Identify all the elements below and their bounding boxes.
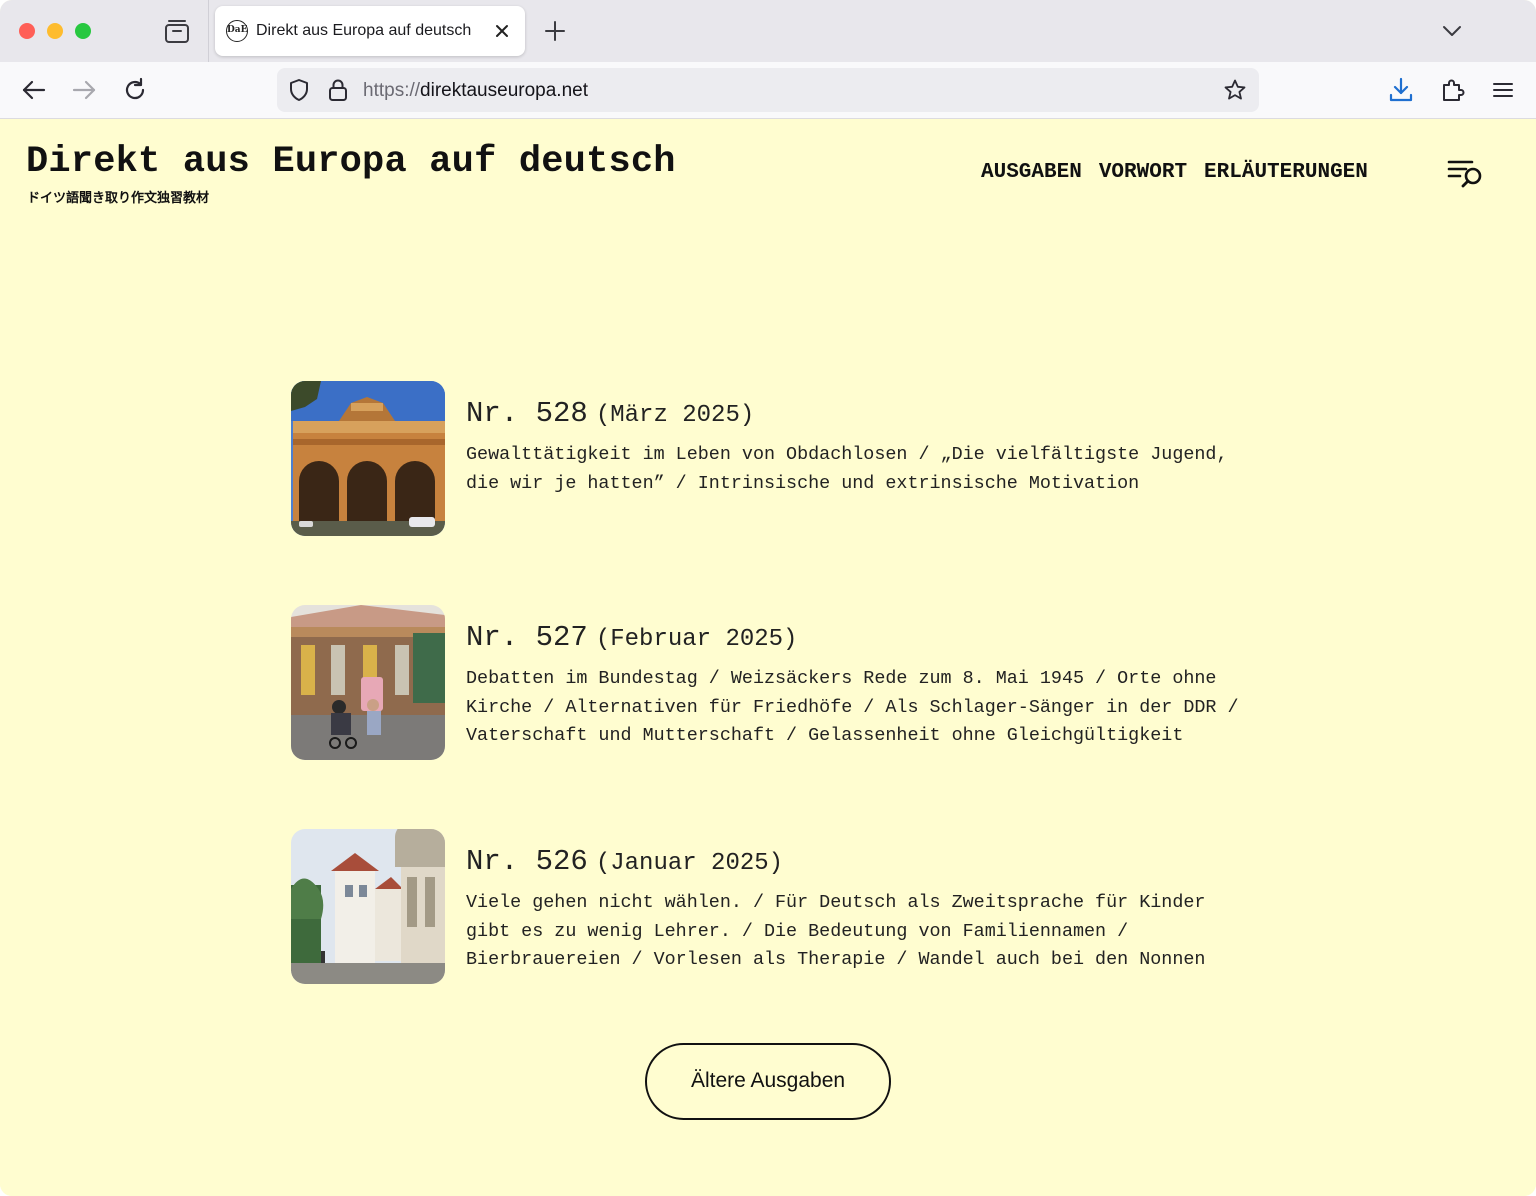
url-text[interactable]: https://direktauseuropa.net: [363, 80, 588, 102]
new-tab-icon[interactable]: [543, 19, 567, 43]
main-nav: AUSGABEN VORWORT ERLÄUTERUNGEN: [981, 161, 1368, 184]
downloads-icon[interactable]: [1387, 76, 1415, 104]
url-host: direktauseuropa.net: [420, 80, 588, 101]
issue-thumbnail-image[interactable]: [291, 381, 445, 536]
tab-strip: DaE Direkt aus Europa auf deutsch: [0, 0, 1536, 62]
bookmark-star-icon[interactable]: [1223, 78, 1247, 102]
nav-item-erlaeuterungen[interactable]: ERLÄUTERUNGEN: [1204, 161, 1368, 184]
issue-number: Nr. 527: [466, 621, 588, 654]
forward-arrow-icon[interactable]: [70, 76, 98, 104]
tab-divider: [208, 0, 209, 62]
issue-item[interactable]: Nr. 528 (März 2025) Gewalttätigkeit im Le…: [291, 381, 1251, 536]
site-subtitle: ドイツ語聞き取り作文独習教材: [27, 191, 210, 206]
extensions-puzzle-icon[interactable]: [1439, 76, 1467, 104]
url-scheme: https://: [363, 80, 421, 101]
issue-description: Debatten im Bundestag / Weizsäckers Rede…: [466, 668, 1239, 746]
lock-icon[interactable]: [327, 78, 349, 102]
issue-description: Viele gehen nicht wählen. / Für Deutsch …: [466, 892, 1206, 970]
browser-window: DaE Direkt aus Europa auf deutsch https:…: [0, 0, 1536, 1196]
url-bar[interactable]: https://direktauseuropa.net: [277, 68, 1259, 112]
reload-icon[interactable]: [121, 76, 149, 104]
back-arrow-icon[interactable]: [20, 76, 48, 104]
zoom-window-button[interactable]: [75, 23, 91, 39]
chevron-down-icon[interactable]: [1440, 20, 1464, 42]
issue-heading[interactable]: Nr. 526 (Januar 2025): [466, 845, 783, 878]
navigation-toolbar: https://direktauseuropa.net: [0, 62, 1536, 119]
issue-date: (März 2025): [595, 402, 755, 429]
site-title[interactable]: Direkt aus Europa auf deutsch: [26, 141, 676, 183]
search-menu-icon[interactable]: [1446, 157, 1486, 189]
issue-number: Nr. 526: [466, 845, 588, 878]
tab-overview-icon[interactable]: [163, 18, 191, 44]
issue-item[interactable]: Nr. 526 (Januar 2025) Viele gehen nicht w…: [291, 829, 1251, 984]
issue-heading[interactable]: Nr. 527 (Februar 2025): [466, 621, 797, 654]
close-tab-icon[interactable]: [491, 20, 513, 42]
issue-description: Gewalttätigkeit im Leben von Obdachlosen…: [466, 444, 1228, 494]
issue-thumbnail-image[interactable]: [291, 829, 445, 984]
issue-number: Nr. 528: [466, 397, 588, 430]
active-tab[interactable]: DaE Direkt aus Europa auf deutsch: [215, 6, 525, 56]
issue-date: (Februar 2025): [595, 626, 798, 653]
hamburger-menu-icon[interactable]: [1489, 76, 1517, 104]
older-issues-button[interactable]: Ältere Ausgaben: [645, 1043, 891, 1120]
tracking-protection-shield-icon[interactable]: [287, 78, 311, 102]
tab-title: Direkt aus Europa auf deutsch: [256, 22, 472, 39]
issue-date: (Januar 2025): [595, 850, 784, 877]
issue-heading[interactable]: Nr. 528 (März 2025): [466, 397, 754, 430]
web-page: Direkt aus Europa auf deutsch ドイツ語聞き取り作文…: [0, 119, 1536, 1196]
nav-item-ausgaben[interactable]: AUSGABEN: [981, 161, 1082, 184]
issue-list: Nr. 528 (März 2025) Gewalttätigkeit im Le…: [291, 381, 1251, 1053]
minimize-window-button[interactable]: [47, 23, 63, 39]
issue-thumbnail-image[interactable]: [291, 605, 445, 760]
nav-item-vorwort[interactable]: VORWORT: [1099, 161, 1187, 184]
site-favicon-icon: DaE: [226, 20, 248, 42]
issue-item[interactable]: Nr. 527 (Februar 2025) Debatten im Bundes…: [291, 605, 1251, 760]
close-window-button[interactable]: [19, 23, 35, 39]
